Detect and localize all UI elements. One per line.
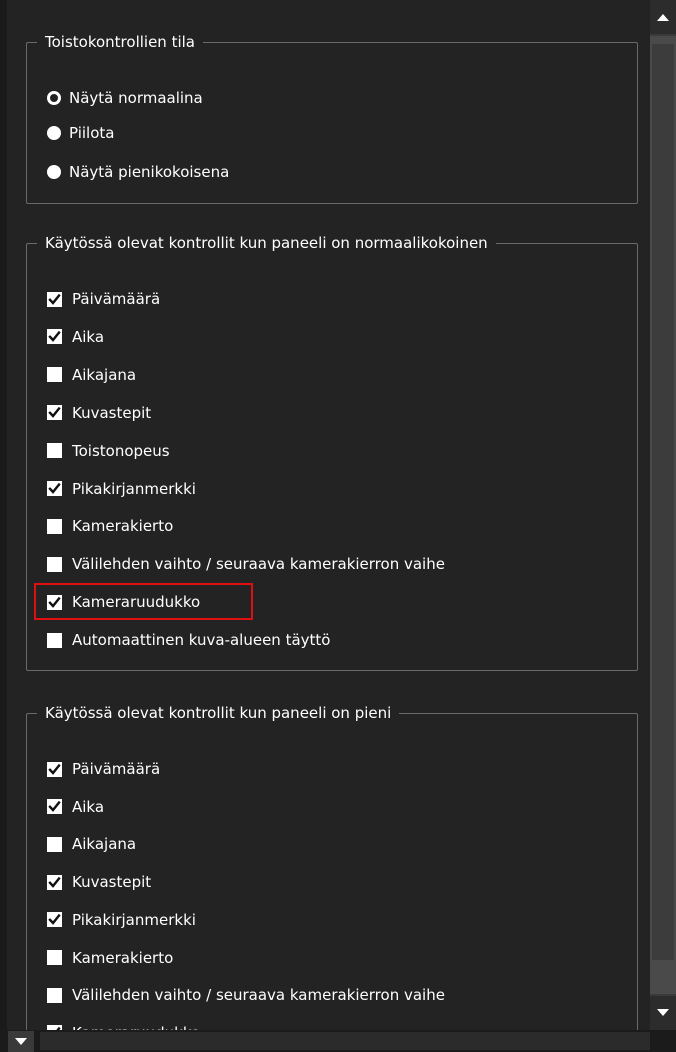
checkbox-checked-icon[interactable] — [47, 329, 62, 345]
horizontal-scrollbar[interactable] — [40, 1032, 650, 1050]
checkbox-label: Kuvastepit — [72, 873, 152, 892]
checkmark-icon — [48, 801, 61, 813]
checkbox-checked-icon[interactable] — [47, 761, 62, 777]
checkbox-item[interactable]: Pikakirjanmerkki — [47, 907, 196, 933]
checkbox-unchecked-icon[interactable] — [47, 632, 62, 648]
checkbox-unchecked-icon[interactable] — [47, 443, 62, 459]
checkbox-unchecked-icon[interactable] — [47, 367, 62, 383]
checkbox-checked-icon[interactable] — [47, 291, 62, 307]
checkbox-label: Välilehden vaihto / seuraava kamerakierr… — [72, 555, 445, 574]
checkbox-label: Aikajana — [72, 365, 137, 384]
checkmark-icon — [48, 293, 61, 305]
radio-show-normal[interactable]: Näytä normaalina — [47, 85, 203, 111]
expand-button[interactable] — [8, 1031, 34, 1052]
checkbox-unchecked-icon[interactable] — [47, 836, 62, 852]
small-controls-group: Käytössä olevat kontrollit kun paneeli o… — [26, 703, 638, 1030]
triangle-up-icon — [657, 14, 669, 21]
checkbox-label: Aika — [72, 797, 105, 816]
checkbox-item[interactable]: Kamerakierto — [47, 945, 173, 971]
radio-show-small[interactable]: Näytä pienikokoisena — [47, 159, 229, 185]
checkbox-item[interactable]: Kuvastepit — [47, 869, 151, 895]
settings-panel: Toistokontrollien tila Näytä normaalina … — [0, 0, 650, 1030]
scroll-down-button[interactable] — [650, 996, 676, 1030]
checkbox-item[interactable]: Aika — [47, 794, 104, 820]
radio-label: Näytä pienikokoisena — [69, 163, 230, 181]
checkbox-item[interactable]: Päivämäärä — [47, 286, 160, 312]
checkbox-checked-icon[interactable] — [47, 405, 62, 421]
playback-mode-legend: Toistokontrollien tila — [37, 32, 203, 52]
checkbox-item[interactable]: Toistonopeus — [47, 438, 170, 464]
checkbox-item[interactable]: Kamerakierto — [47, 513, 173, 539]
vertical-scrollbar[interactable] — [650, 0, 676, 1030]
checkbox-checked-icon[interactable] — [47, 481, 62, 496]
checkbox-label: Aika — [72, 327, 105, 346]
checkmark-icon — [48, 482, 61, 494]
checkbox-unchecked-icon[interactable] — [47, 518, 62, 534]
checkbox-item[interactable]: Aika — [47, 324, 104, 350]
scroll-thumb[interactable] — [652, 44, 674, 960]
checkbox-unchecked-icon[interactable] — [47, 556, 62, 572]
panel-left-edge — [0, 0, 7, 1030]
checkmark-icon — [48, 914, 61, 926]
checkbox-label: Päivämäärä — [72, 760, 161, 778]
checkbox-label: Automaattinen kuva-alueen täyttö — [72, 631, 331, 650]
radio-label: Piilota — [69, 124, 115, 142]
checkbox-item[interactable]: Automaattinen kuva-alueen täyttö — [47, 627, 330, 653]
checkbox-label: Päivämäärä — [72, 290, 161, 308]
radio-label: Näytä normaalina — [69, 89, 203, 107]
checkbox-label: Pikakirjanmerkki — [72, 910, 196, 929]
radio-icon — [47, 165, 61, 179]
small-controls-legend: Käytössä olevat kontrollit kun paneeli o… — [37, 703, 400, 723]
checkbox-checked-icon[interactable] — [47, 799, 62, 815]
normal-controls-legend: Käytössä olevat kontrollit kun paneeli o… — [37, 233, 496, 253]
checkbox-label: Kamerakierto — [72, 948, 174, 967]
playback-mode-group: Toistokontrollien tila Näytä normaalina … — [26, 32, 638, 204]
radio-icon — [47, 91, 61, 105]
checkbox-item[interactable]: Aikajana — [47, 831, 136, 857]
checkbox-checked-icon[interactable] — [47, 912, 62, 928]
checkmark-icon — [48, 331, 61, 343]
checkbox-item[interactable]: Aikajana — [47, 362, 136, 388]
checkbox-label: Kamerakierto — [72, 517, 174, 536]
radio-icon — [47, 126, 61, 140]
scroll-track[interactable] — [650, 36, 676, 994]
checkmark-icon — [48, 876, 61, 888]
triangle-down-icon — [657, 1009, 669, 1016]
checkbox-item[interactable]: Välilehden vaihto / seuraava kamerakierr… — [47, 982, 445, 1008]
checkbox-label: Toistonopeus — [72, 441, 170, 460]
checkmark-icon — [48, 407, 61, 419]
triangle-down-icon — [15, 1037, 27, 1045]
checkbox-item[interactable]: Kameraruudukko — [47, 1020, 200, 1030]
checkbox-item[interactable]: Kuvastepit — [47, 400, 151, 426]
scroll-up-button[interactable] — [650, 0, 676, 34]
checkbox-label: Kuvastepit — [72, 403, 152, 422]
checkbox-unchecked-icon[interactable] — [47, 987, 62, 1003]
radio-hide[interactable]: Piilota — [47, 120, 114, 146]
checkbox-unchecked-icon[interactable] — [47, 950, 62, 965]
checkbox-item[interactable]: Päivämäärä — [47, 756, 160, 782]
checkbox-label: Välilehden vaihto / seuraava kamerakierr… — [72, 986, 445, 1005]
checkmark-icon — [48, 763, 61, 775]
checkbox-checked-icon[interactable] — [47, 874, 62, 890]
checkbox-label: Aikajana — [72, 835, 137, 854]
highlight-box — [34, 583, 253, 620]
checkbox-item[interactable]: Pikakirjanmerkki — [47, 476, 196, 502]
checkbox-label: Pikakirjanmerkki — [72, 479, 196, 498]
checkbox-item[interactable]: Välilehden vaihto / seuraava kamerakierr… — [47, 551, 445, 577]
